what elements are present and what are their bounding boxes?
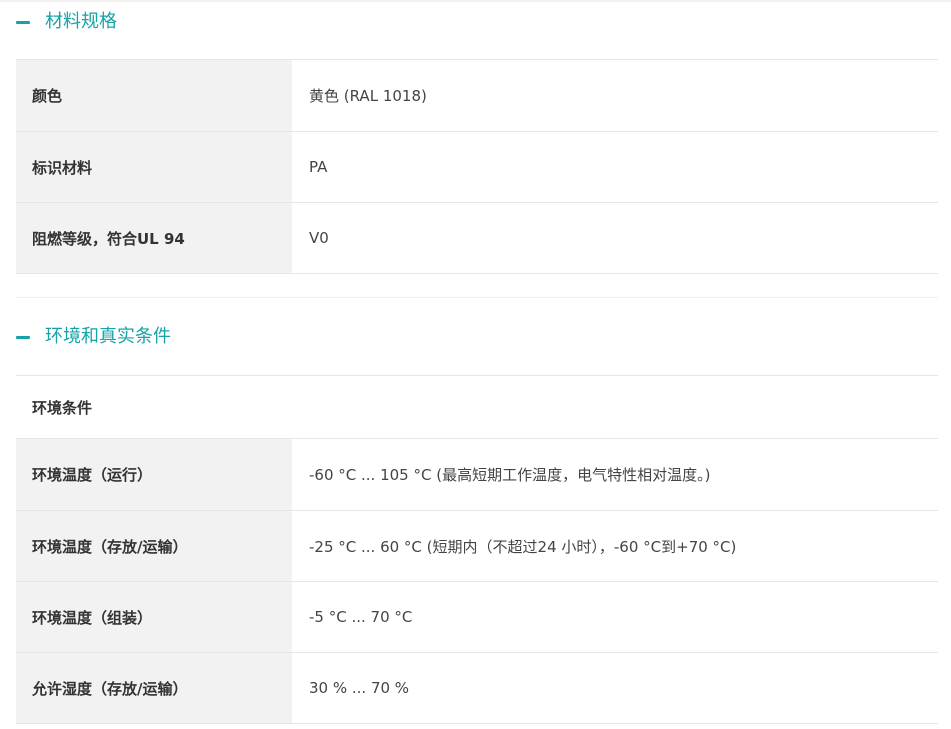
table-subheading: 环境条件	[16, 376, 938, 439]
section-header-material[interactable]: 材料规格	[16, 2, 117, 42]
table-row: 环境温度（运行） -60 °C ... 105 °C (最高短期工作温度，电气特…	[16, 439, 938, 511]
row-value: PA	[309, 158, 328, 176]
table-row: 环境温度（存放/运输） -25 °C ... 60 °C (短期内（不超过24 …	[16, 511, 938, 582]
top-divider	[0, 0, 951, 2]
section-title: 材料规格	[45, 11, 117, 32]
row-label: 环境温度（运行）	[16, 439, 292, 510]
table-row: 颜色 黄色 (RAL 1018)	[16, 60, 938, 132]
row-value: 黄色 (RAL 1018)	[309, 87, 427, 105]
row-label: 阻燃等级，符合UL 94	[16, 203, 292, 273]
collapse-icon	[16, 20, 30, 24]
table-row: 阻燃等级，符合UL 94 V0	[16, 203, 938, 274]
row-label: 允许湿度（存放/运输）	[16, 653, 292, 723]
row-value: -25 °C ... 60 °C (短期内（不超过24 小时），-60 °C到+…	[309, 537, 737, 556]
row-label: 环境温度（组装）	[16, 582, 292, 652]
row-value: -60 °C ... 105 °C (最高短期工作温度，电气特性相对温度。)	[309, 466, 711, 484]
row-value: 30 % ... 70 %	[309, 679, 410, 697]
row-value: V0	[309, 229, 329, 247]
section-title: 环境和真实条件	[45, 326, 171, 347]
collapse-icon	[16, 335, 30, 339]
table-row: 环境温度（组装） -5 °C ... 70 °C	[16, 582, 938, 653]
table-row: 标识材料 PA	[16, 132, 938, 203]
section-header-environment[interactable]: 环境和真实条件	[16, 317, 171, 357]
table-row: 允许湿度（存放/运输） 30 % ... 70 %	[16, 653, 938, 724]
row-label: 标识材料	[16, 132, 292, 202]
row-label: 环境温度（存放/运输）	[16, 511, 292, 581]
environment-table: 环境条件 环境温度（运行） -60 °C ... 105 °C (最高短期工作温…	[16, 375, 938, 724]
section-divider	[16, 297, 938, 298]
row-label: 颜色	[16, 60, 292, 131]
row-value: -5 °C ... 70 °C	[309, 608, 413, 626]
material-spec-table: 颜色 黄色 (RAL 1018) 标识材料 PA 阻燃等级，符合UL 94 V0	[16, 59, 938, 274]
